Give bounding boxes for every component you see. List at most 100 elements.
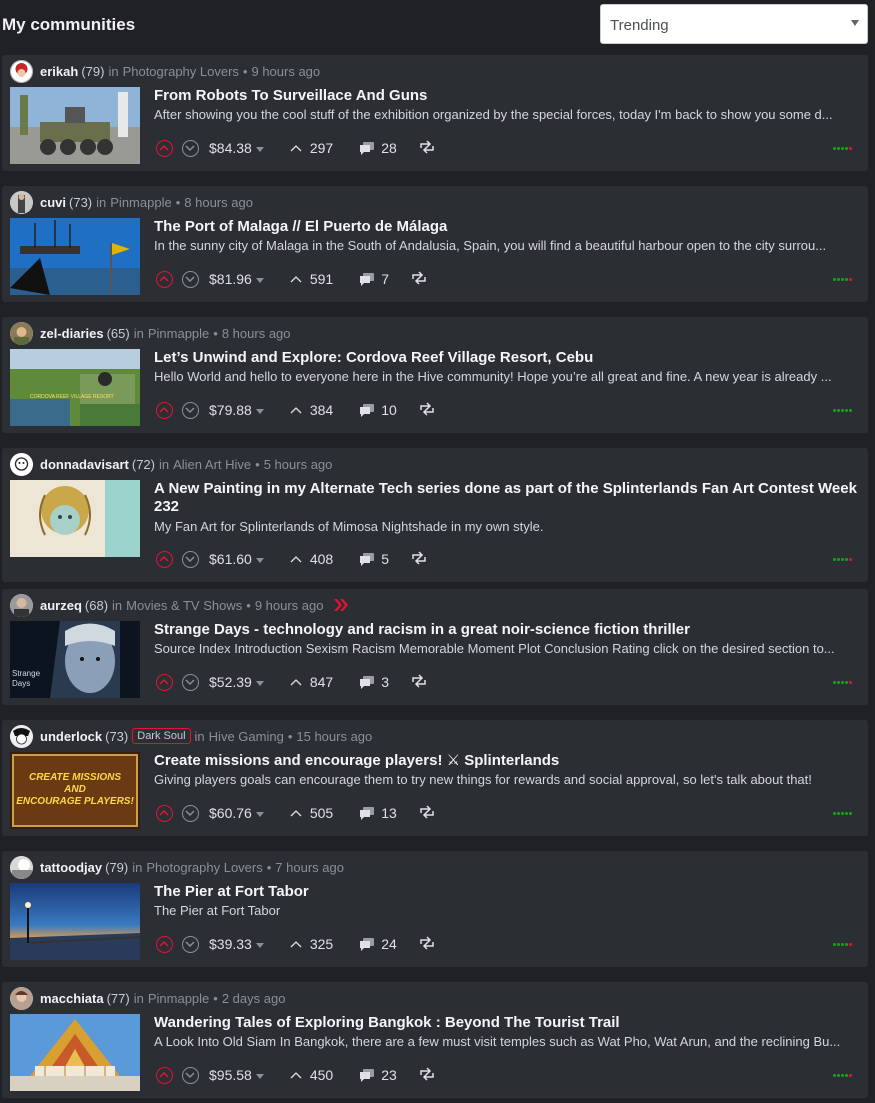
avatar[interactable] [10, 593, 33, 617]
author-link[interactable]: underlock [40, 729, 102, 744]
post-summary[interactable]: Giving players goals can encourage them … [154, 772, 862, 787]
votes-count[interactable]: 325 [290, 936, 333, 952]
post-thumbnail[interactable] [10, 218, 140, 295]
upvote-button[interactable] [156, 550, 173, 568]
post-time[interactable]: 7 hours ago [275, 860, 344, 875]
avatar[interactable] [10, 321, 33, 345]
upvote-button[interactable] [156, 401, 173, 419]
reblog-button[interactable] [419, 1066, 435, 1084]
payout-dropdown[interactable]: $81.96 [209, 271, 264, 287]
post-time[interactable]: 9 hours ago [255, 598, 324, 613]
downvote-button[interactable] [182, 139, 199, 157]
post-summary[interactable]: In the sunny city of Malaga in the South… [154, 238, 862, 253]
avatar[interactable] [10, 190, 33, 214]
post-summary[interactable]: The Pier at Fort Tabor [154, 903, 862, 918]
reblog-button[interactable] [419, 935, 435, 953]
post-thumbnail[interactable] [10, 883, 140, 960]
post-title-link[interactable]: Create missions and encourage players! ⚔… [154, 752, 864, 770]
post-summary[interactable]: My Fan Art for Splinterlands of Mimosa N… [154, 519, 862, 534]
votes-count[interactable]: 408 [290, 551, 333, 567]
reblog-button[interactable] [419, 401, 435, 419]
post-time[interactable]: 8 hours ago [222, 326, 291, 341]
post-summary[interactable]: Hello World and hello to everyone here i… [154, 369, 862, 384]
post-time[interactable]: 8 hours ago [184, 195, 253, 210]
upvote-button[interactable] [156, 270, 173, 288]
downvote-button[interactable] [182, 1066, 199, 1084]
author-link[interactable]: tattoodjay [40, 860, 102, 875]
downvote-button[interactable] [182, 804, 199, 822]
author-link[interactable]: erikah [40, 64, 78, 79]
avatar[interactable] [10, 986, 33, 1010]
post-title-link[interactable]: The Pier at Fort Tabor [154, 883, 864, 901]
post-title-link[interactable]: From Robots To Surveillace And Guns [154, 87, 864, 105]
comments-link[interactable]: 10 [359, 402, 397, 418]
community-link[interactable]: Pinmapple [148, 326, 209, 341]
post-title-link[interactable]: Strange Days - technology and racism in … [154, 621, 864, 639]
post-title-link[interactable]: Let’s Unwind and Explore: Cordova Reef V… [154, 349, 864, 367]
reblog-button[interactable] [419, 139, 435, 157]
payout-dropdown[interactable]: $52.39 [209, 674, 264, 690]
author-link[interactable]: zel-diaries [40, 326, 104, 341]
comments-link[interactable]: 3 [359, 674, 389, 690]
post-time[interactable]: 9 hours ago [251, 64, 320, 79]
post-title-link[interactable]: The Port of Malaga // El Puerto de Málag… [154, 218, 864, 236]
downvote-button[interactable] [182, 270, 199, 288]
post-thumbnail[interactable]: Strange Days [10, 621, 140, 698]
payout-dropdown[interactable]: $39.33 [209, 936, 264, 952]
post-summary[interactable]: A Look Into Old Siam In Bangkok, there a… [154, 1034, 862, 1049]
community-link[interactable]: Pinmapple [148, 991, 209, 1006]
community-link[interactable]: Movies & TV Shows [126, 598, 242, 613]
reblog-button[interactable] [411, 673, 427, 691]
downvote-button[interactable] [182, 935, 199, 953]
avatar[interactable] [10, 452, 33, 476]
community-link[interactable]: Hive Gaming [209, 729, 284, 744]
payout-dropdown[interactable]: $79.88 [209, 402, 264, 418]
reblog-button[interactable] [419, 804, 435, 822]
post-time[interactable]: 2 days ago [222, 991, 286, 1006]
payout-dropdown[interactable]: $95.58 [209, 1067, 264, 1083]
payout-dropdown[interactable]: $61.60 [209, 551, 264, 567]
upvote-button[interactable] [156, 804, 173, 822]
post-thumbnail[interactable]: CORDOVA REEF VILLAGE RESORT [10, 349, 140, 426]
votes-count[interactable]: 505 [290, 805, 333, 821]
reblog-button[interactable] [411, 550, 427, 568]
post-title-link[interactable]: Wandering Tales of Exploring Bangkok : B… [154, 1014, 864, 1032]
comments-link[interactable]: 7 [359, 271, 389, 287]
avatar[interactable] [10, 724, 33, 748]
payout-dropdown[interactable]: $84.38 [209, 140, 264, 156]
avatar[interactable] [10, 59, 33, 83]
avatar[interactable] [10, 855, 33, 879]
post-summary[interactable]: Source Index Introduction Sexism Racism … [154, 641, 862, 656]
post-time[interactable]: 15 hours ago [296, 729, 372, 744]
votes-count[interactable]: 384 [290, 402, 333, 418]
community-link[interactable]: Photography Lovers [146, 860, 262, 875]
community-link[interactable]: Pinmapple [110, 195, 171, 210]
votes-count[interactable]: 591 [290, 271, 333, 287]
sort-select[interactable]: Trending [600, 4, 868, 44]
upvote-button[interactable] [156, 935, 173, 953]
upvote-button[interactable] [156, 139, 173, 157]
author-link[interactable]: aurzeq [40, 598, 82, 613]
upvote-button[interactable] [156, 673, 173, 691]
votes-count[interactable]: 297 [290, 140, 333, 156]
reblog-button[interactable] [411, 270, 427, 288]
post-title-link[interactable]: A New Painting in my Alternate Tech seri… [154, 480, 864, 516]
post-summary[interactable]: After showing you the cool stuff of the … [154, 107, 862, 122]
comments-link[interactable]: 23 [359, 1067, 397, 1083]
payout-dropdown[interactable]: $60.76 [209, 805, 264, 821]
votes-count[interactable]: 847 [290, 674, 333, 690]
comments-link[interactable]: 5 [359, 551, 389, 567]
post-thumbnail[interactable] [10, 480, 140, 557]
downvote-button[interactable] [182, 401, 199, 419]
author-link[interactable]: donnadavisart [40, 457, 129, 472]
comments-link[interactable]: 13 [359, 805, 397, 821]
author-link[interactable]: cuvi [40, 195, 66, 210]
community-link[interactable]: Alien Art Hive [173, 457, 251, 472]
post-time[interactable]: 5 hours ago [264, 457, 333, 472]
comments-link[interactable]: 24 [359, 936, 397, 952]
author-link[interactable]: macchiata [40, 991, 104, 1006]
downvote-button[interactable] [182, 550, 199, 568]
post-thumbnail[interactable] [10, 87, 140, 164]
downvote-button[interactable] [182, 673, 199, 691]
community-link[interactable]: Photography Lovers [123, 64, 239, 79]
